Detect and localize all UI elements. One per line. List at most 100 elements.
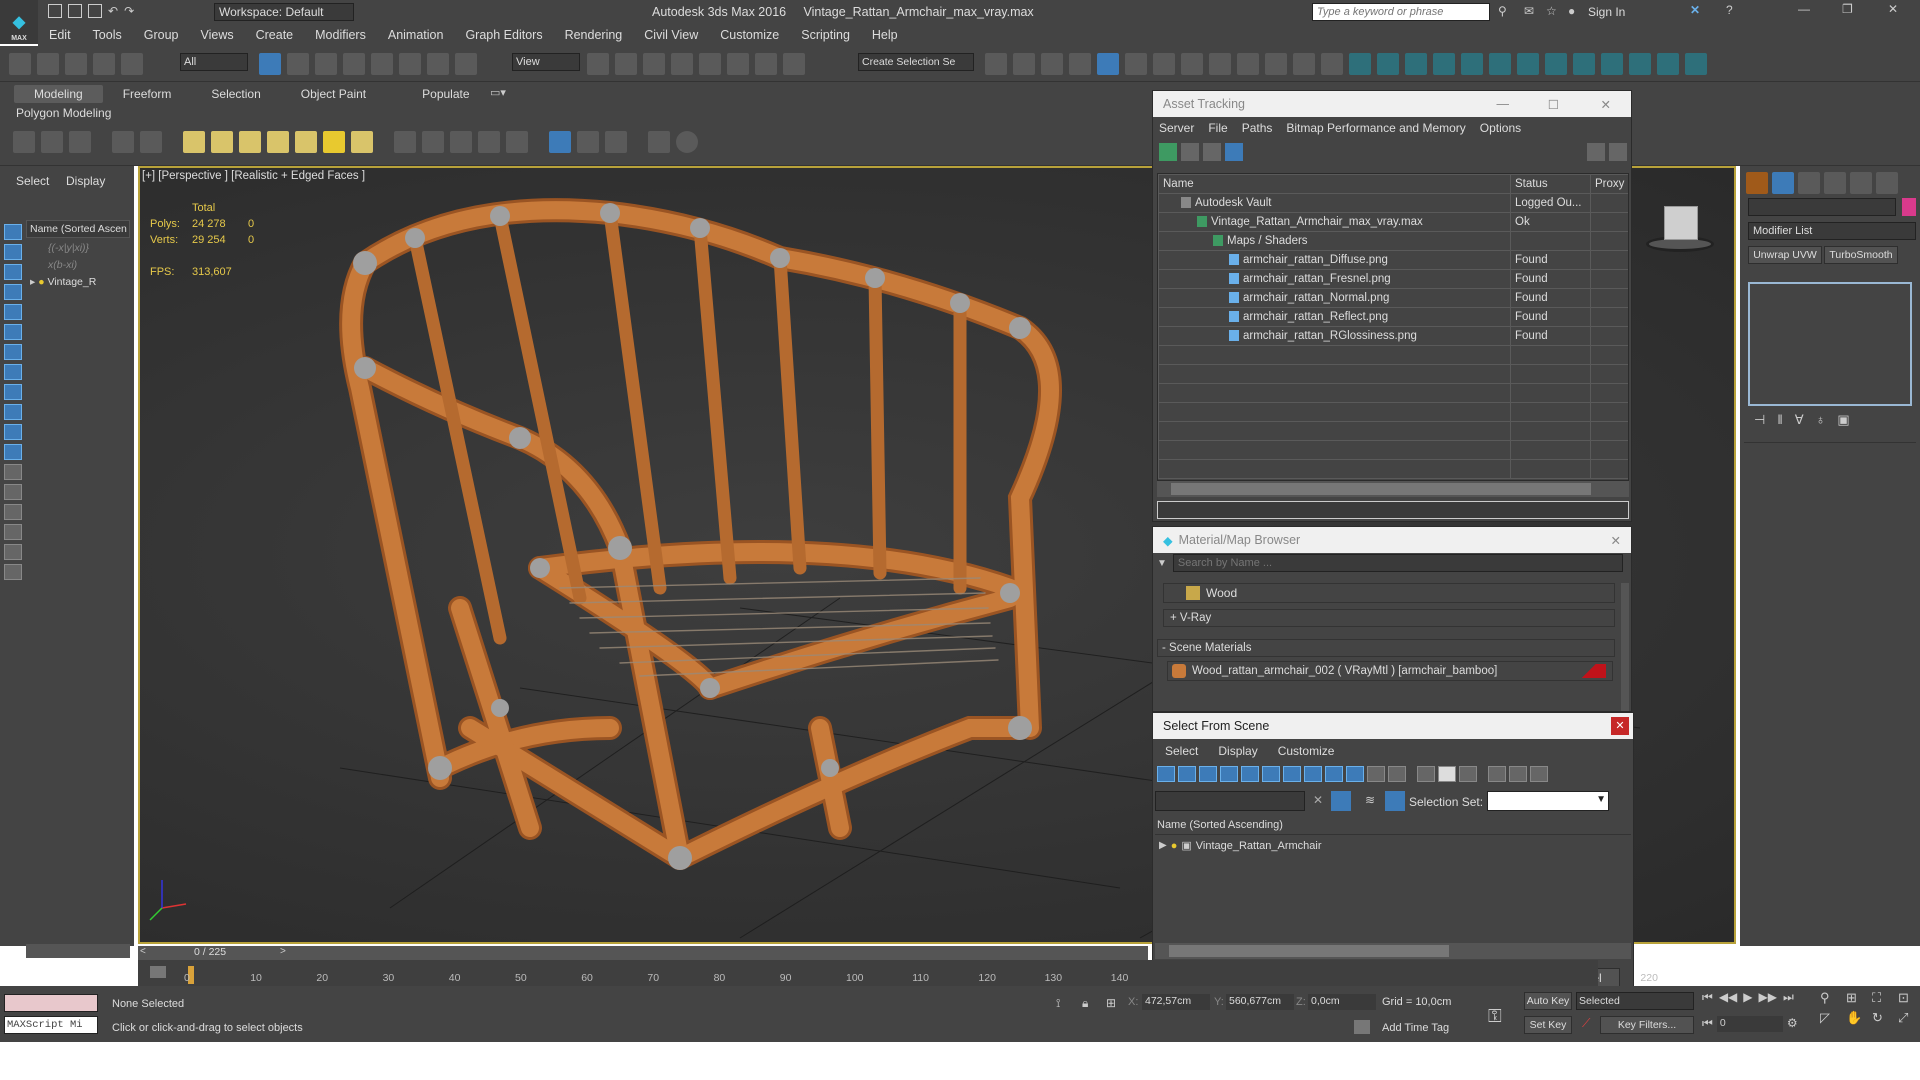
place-icon[interactable] <box>455 53 477 75</box>
at-menu-options[interactable]: Options <box>1480 121 1521 135</box>
display-frozen-icon[interactable] <box>4 424 22 440</box>
render-iterative-icon[interactable] <box>1293 53 1315 75</box>
y-coordinate-field[interactable]: 560,677cm <box>1226 994 1294 1010</box>
display-none-icon[interactable] <box>4 484 22 500</box>
hemisphere-icon[interactable] <box>211 131 233 153</box>
sfs-layers-icon[interactable]: ≋ <box>1365 793 1375 807</box>
add-time-tag[interactable]: Add Time Tag <box>1382 1022 1449 1034</box>
named-selection-set-dropdown[interactable]: Create Selection Se <box>858 53 974 71</box>
sfs-spacewarps-icon[interactable] <box>1262 766 1280 782</box>
exchange-icon[interactable]: ✕ <box>1690 3 1700 17</box>
time-tag-icon[interactable] <box>1354 1020 1370 1034</box>
pivot-center-icon[interactable] <box>587 53 609 75</box>
absolute-mode-icon[interactable]: ⊞ <box>1106 996 1116 1010</box>
menu-graph-editors[interactable]: Graph Editors <box>454 28 553 42</box>
sfs-search-input[interactable] <box>1155 791 1305 811</box>
scale-icon[interactable] <box>427 53 449 75</box>
key-selection-dropdown[interactable]: Selected <box>1576 992 1694 1010</box>
scroll-thumb[interactable] <box>1171 483 1591 495</box>
particles-icon[interactable] <box>394 131 416 153</box>
percent-snap-icon[interactable] <box>727 53 749 75</box>
save-icon[interactable] <box>88 4 102 18</box>
asset-path-field[interactable] <box>1157 501 1629 519</box>
sfs-menu-select[interactable]: Select <box>1165 744 1198 758</box>
viewcube-cube-icon[interactable] <box>1664 206 1698 240</box>
reference-coordinate-dropdown[interactable]: View <box>512 53 580 71</box>
menu-edit[interactable]: Edit <box>38 28 82 42</box>
filter-icon[interactable] <box>4 524 22 540</box>
time-slider-next-icon[interactable]: > <box>280 946 286 957</box>
render-setup-icon[interactable] <box>1209 53 1231 75</box>
sfs-expand-arrow-icon[interactable]: ▶ <box>1159 840 1167 851</box>
sfs-column-header[interactable]: Name (Sorted Ascending) <box>1155 819 1631 835</box>
z-coordinate-field[interactable]: 0,0cm <box>1308 994 1376 1010</box>
refresh-icon[interactable] <box>1159 143 1177 161</box>
display-containers-icon[interactable] <box>4 404 22 420</box>
menu-create[interactable]: Create <box>245 28 305 42</box>
scroll-thumb[interactable] <box>1169 945 1449 957</box>
scene-explorer-select-tab[interactable]: Select <box>16 174 49 188</box>
menu-views[interactable]: Views <box>189 28 244 42</box>
orbit-icon[interactable]: ↻ <box>1872 1010 1894 1026</box>
layer-manager-icon[interactable] <box>1041 53 1063 75</box>
rectangular-selection-button[interactable] <box>315 53 337 75</box>
app-logo[interactable]: ◆ MAX <box>0 0 38 44</box>
pin-stack-icon[interactable]: ⊣ <box>1754 412 1765 428</box>
help-icon[interactable]: ? <box>1726 3 1733 17</box>
vault-disconnect-icon[interactable] <box>1609 143 1627 161</box>
sfs-filter-toggle-icon[interactable] <box>1331 791 1351 811</box>
display-cameras-icon[interactable] <box>4 284 22 300</box>
table-row[interactable]: Vintage_Rattan_Armchair_max_vray.max Ok <box>1158 212 1628 232</box>
vray-sun-icon[interactable] <box>1377 53 1399 75</box>
asset-tracking-hscroll[interactable] <box>1157 481 1629 497</box>
sfs-hierarchy-icon[interactable] <box>1385 791 1405 811</box>
invert-display-icon[interactable] <box>4 504 22 520</box>
material-browser-vscroll[interactable] <box>1621 583 1629 711</box>
maxscript-listener-top[interactable] <box>4 994 98 1012</box>
sfs-xrefs-icon[interactable] <box>1304 766 1322 782</box>
favorites-star-icon[interactable]: ☆ <box>1546 4 1557 18</box>
sfs-bones-icon[interactable] <box>1325 766 1343 782</box>
scene-explorer-column-header[interactable]: Name (Sorted Ascen <box>26 220 130 238</box>
vault-connect-icon[interactable] <box>1587 143 1605 161</box>
sfs-clear-search-icon[interactable]: ✕ <box>1313 793 1323 807</box>
material-sphere-icon[interactable] <box>549 131 571 153</box>
vray-material-icon[interactable] <box>1573 53 1595 75</box>
scene-explorer-display-tab[interactable]: Display <box>66 174 105 188</box>
dynamics-icon[interactable] <box>422 131 444 153</box>
align-icon[interactable] <box>1013 53 1035 75</box>
turbosmooth-button[interactable]: TurboSmooth <box>1824 246 1898 264</box>
ribbon-tab-freeform[interactable]: Freeform <box>103 85 192 103</box>
menu-modifiers[interactable]: Modifiers <box>304 28 377 42</box>
column-header-status[interactable]: Status <box>1510 174 1591 194</box>
column-header-proxy[interactable]: Proxy S <box>1590 174 1628 194</box>
at-maximize-button[interactable]: ☐ <box>1548 97 1559 112</box>
go-to-end-icon[interactable]: ⏭ <box>1783 990 1794 1005</box>
table-row[interactable]: Maps / Shaders <box>1158 231 1628 251</box>
activeshade-icon[interactable] <box>1321 53 1343 75</box>
at-menu-server[interactable]: Server <box>1159 121 1194 135</box>
multi-material-icon[interactable] <box>577 131 599 153</box>
key-mode-icon[interactable]: ⏮ <box>1702 1016 1713 1032</box>
zoom-extents-all-icon[interactable]: ⊡ <box>1898 990 1920 1006</box>
sfs-filter-options-icon[interactable] <box>1509 766 1527 782</box>
workspace-dropdown[interactable]: Workspace: Default <box>214 3 354 21</box>
ribbon-tab-object-paint[interactable]: Object Paint <box>281 85 386 103</box>
helper-icon[interactable] <box>140 131 162 153</box>
sfs-frozen-icon[interactable] <box>1367 766 1385 782</box>
curve-editor-icon[interactable] <box>1125 53 1147 75</box>
polygon-modeling-label[interactable]: Polygon Modeling <box>16 106 111 120</box>
object-color-swatch[interactable] <box>1902 198 1916 216</box>
create-panel-icon[interactable] <box>1746 172 1768 194</box>
sfs-hscroll[interactable] <box>1155 943 1631 959</box>
time-slider-prev-icon[interactable]: < <box>140 946 146 957</box>
show-end-result-icon[interactable]: ‖ <box>1777 412 1782 428</box>
vray-camera-icon[interactable] <box>1517 53 1539 75</box>
layer-filter-icon[interactable] <box>4 544 22 560</box>
binoculars-icon[interactable]: ⚲ <box>1498 4 1507 18</box>
scene-material-item[interactable]: Wood_rattan_armchair_002 ( VRayMtl ) [ar… <box>1167 661 1613 681</box>
sfs-invert-icon[interactable] <box>1459 766 1477 782</box>
menu-customize[interactable]: Customize <box>709 28 790 42</box>
menu-civil-view[interactable]: Civil View <box>633 28 709 42</box>
modifier-stack[interactable] <box>1748 282 1912 406</box>
